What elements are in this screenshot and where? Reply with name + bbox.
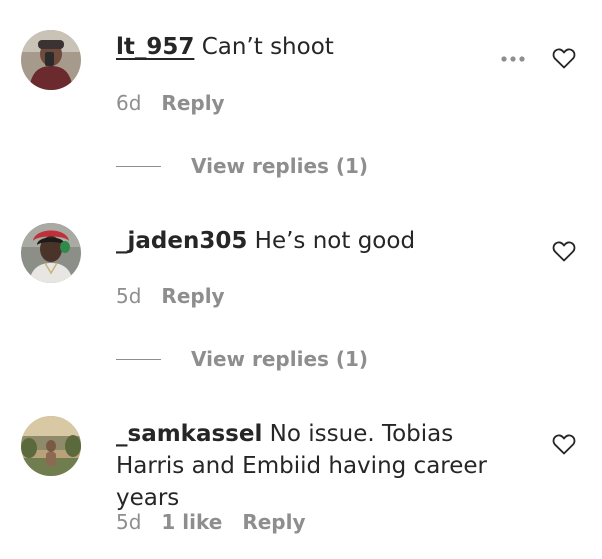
- avatar-image: [21, 30, 81, 90]
- comment-timestamp: 5d: [116, 510, 142, 534]
- heart-outline-icon[interactable]: [552, 240, 576, 262]
- replies-divider-line: [116, 358, 161, 360]
- comment-username[interactable]: lt_957: [116, 34, 194, 60]
- view-replies-label: View replies (1): [191, 347, 369, 371]
- heart-outline-icon[interactable]: [552, 433, 576, 455]
- heart-outline-icon[interactable]: [552, 47, 576, 69]
- avatar[interactable]: [21, 223, 81, 283]
- avatar[interactable]: [21, 416, 81, 476]
- comment-timestamp: 6d: [116, 91, 142, 115]
- comment-meta: 5d 1 like Reply: [116, 510, 306, 534]
- reply-button[interactable]: Reply: [161, 284, 224, 308]
- comment-username[interactable]: _jaden305: [116, 228, 247, 254]
- view-replies-label: View replies (1): [191, 154, 369, 178]
- avatar[interactable]: [21, 30, 81, 90]
- comment-username[interactable]: _samkassel: [116, 421, 262, 447]
- reply-button[interactable]: Reply: [161, 91, 224, 115]
- replies-divider-line: [116, 165, 161, 167]
- likes-count-button[interactable]: 1 like: [161, 510, 222, 534]
- comment-text: lt_957 Can’t shoot: [116, 31, 526, 63]
- comment-text: _jaden305 He’s not good: [116, 225, 526, 257]
- comment-body: He’s not good: [254, 228, 416, 254]
- reply-button[interactable]: Reply: [242, 510, 305, 534]
- view-replies-button[interactable]: View replies (1): [116, 154, 368, 178]
- comment-body: Can’t shoot: [201, 34, 334, 60]
- comment-meta: 5d Reply: [116, 284, 225, 308]
- comment-text: _samkassel No issue. Tobias Harris and E…: [116, 418, 526, 514]
- more-options-icon[interactable]: [499, 54, 527, 64]
- avatar-image: [21, 223, 81, 283]
- comment-timestamp: 5d: [116, 284, 142, 308]
- comment-meta: 6d Reply: [116, 91, 225, 115]
- avatar-image: [21, 416, 81, 476]
- view-replies-button[interactable]: View replies (1): [116, 347, 368, 371]
